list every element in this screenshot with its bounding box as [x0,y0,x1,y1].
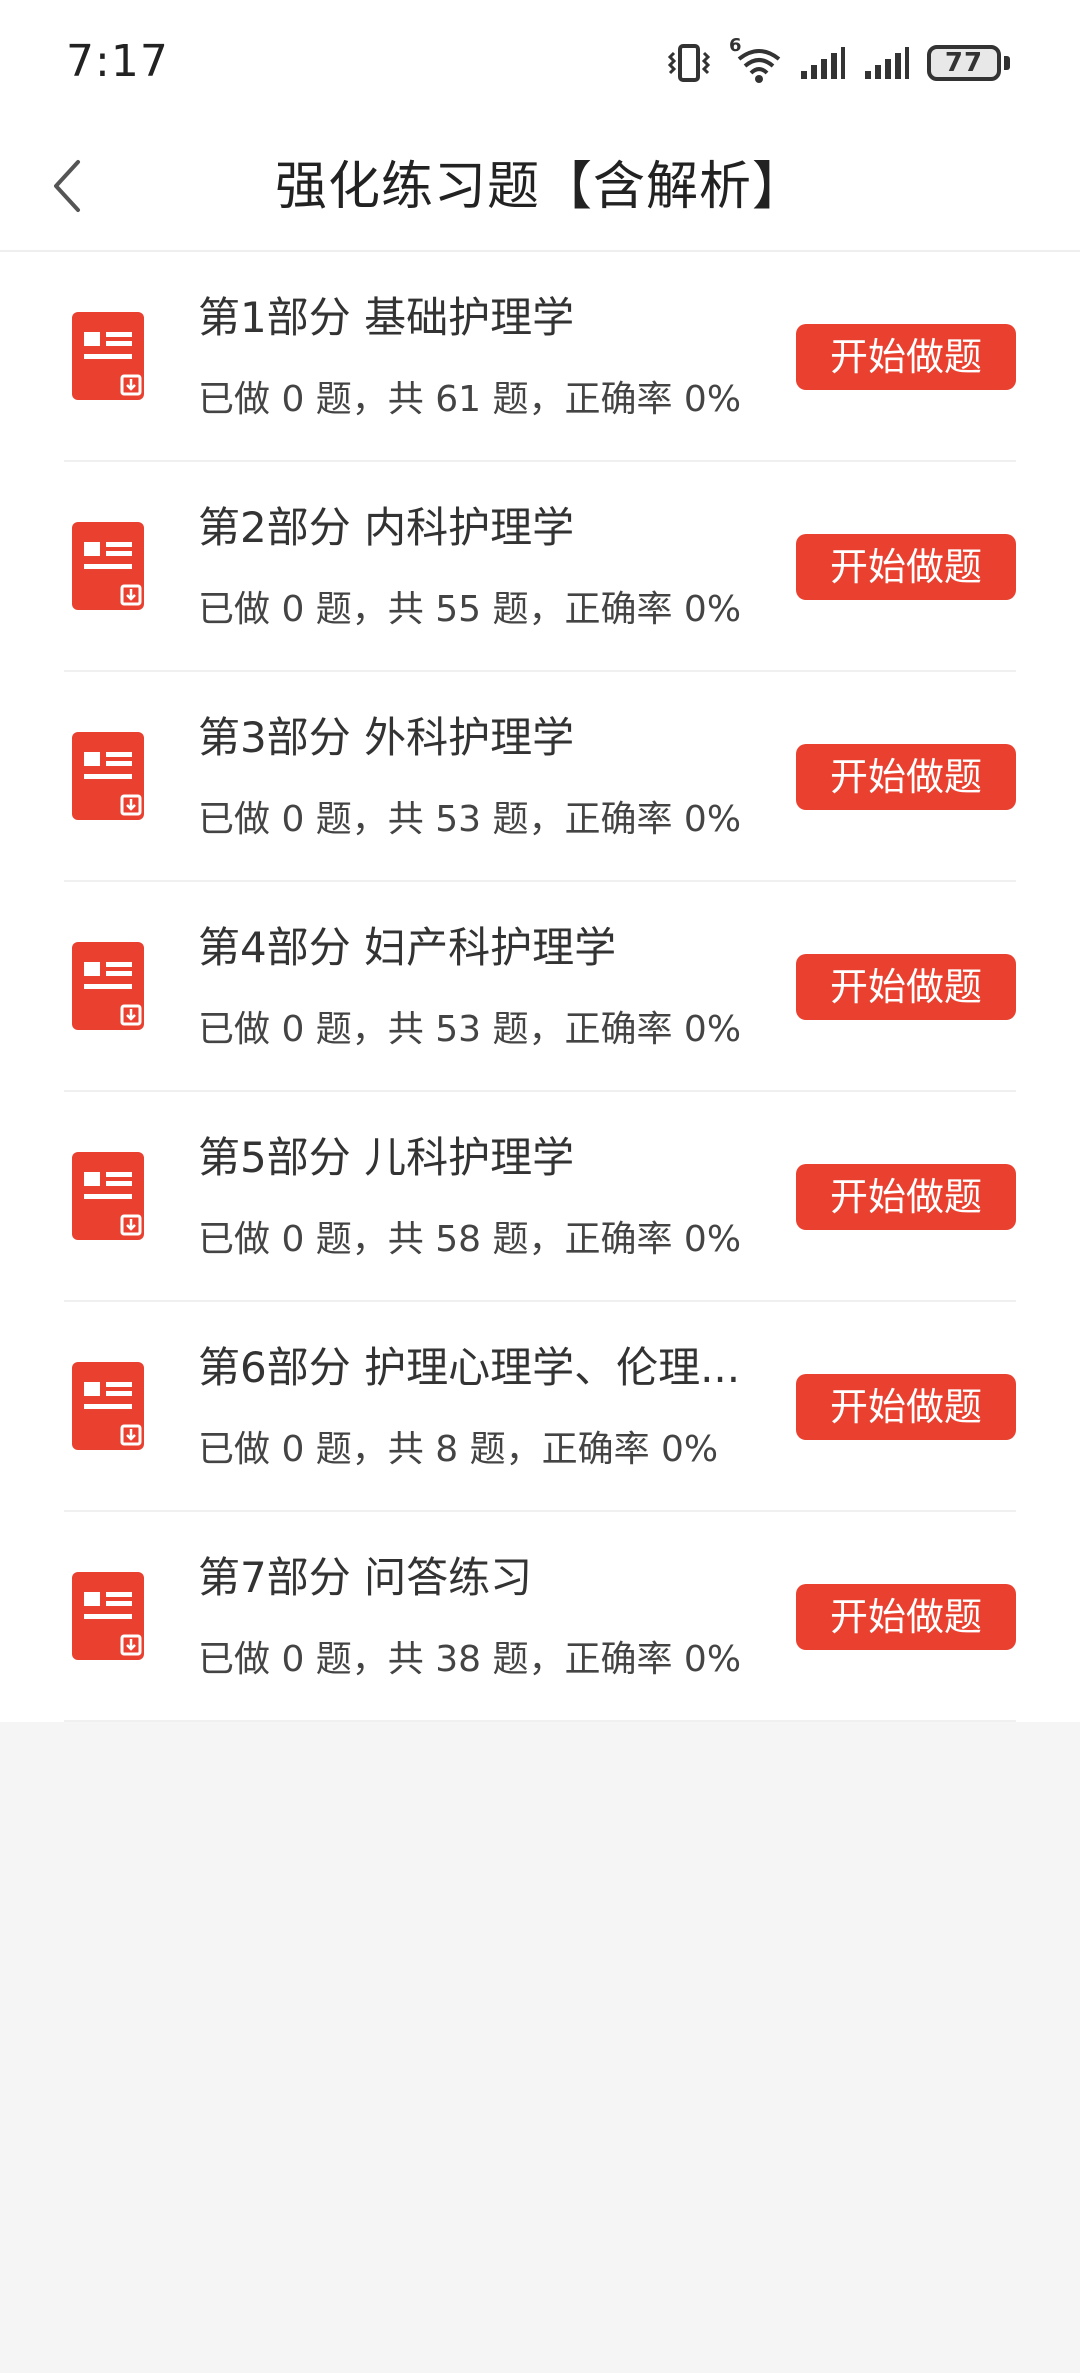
status-time: 7:17 [66,36,169,87]
list-item-1[interactable]: 第1部分 基础护理学 已做 0 题，共 61 题，正确率 0% 开始做题 [64,252,1016,462]
document-download-icon [70,730,146,822]
list-item-3[interactable]: 第3部分 外科护理学 已做 0 题，共 53 题，正确率 0% 开始做题 [64,672,1016,882]
start-quiz-button[interactable]: 开始做题 [796,534,1016,600]
item-stats: 已做 0 题，共 38 题，正确率 0% [198,1639,742,1680]
page-title: 强化练习题【含解析】 [274,157,805,217]
vibrate-icon [667,43,711,83]
document-download-icon [70,1570,146,1662]
battery-icon: 77 [927,45,1001,81]
item-title: 第5部分 儿科护理学 [198,1133,575,1182]
exercise-list: 第1部分 基础护理学 已做 0 题，共 61 题，正确率 0% 开始做题 第2部… [0,252,1080,1722]
list-item-7[interactable]: 第7部分 问答练习 已做 0 题，共 38 题，正确率 0% 开始做题 [64,1512,1016,1722]
start-quiz-button[interactable]: 开始做题 [796,954,1016,1020]
start-quiz-button[interactable]: 开始做题 [796,1164,1016,1230]
start-quiz-button[interactable]: 开始做题 [796,1374,1016,1440]
start-quiz-button[interactable]: 开始做题 [796,1584,1016,1650]
item-title: 第7部分 问答练习 [198,1553,533,1602]
nav-bar: 强化练习题【含解析】 [0,124,1080,252]
item-stats: 已做 0 题，共 53 题，正确率 0% [198,1009,742,1050]
item-stats: 已做 0 题，共 55 题，正确率 0% [198,589,742,630]
item-stats: 已做 0 题，共 58 题，正确率 0% [198,1219,742,1260]
list-item-6[interactable]: 第6部分 护理心理学、伦理... 已做 0 题，共 8 题，正确率 0% 开始做… [64,1302,1016,1512]
signal-icon-1 [799,45,845,81]
status-icons: 6 77 [667,37,1010,86]
signal-icon-2 [863,45,909,81]
item-stats: 已做 0 题，共 53 题，正确率 0% [198,799,742,840]
document-download-icon [70,310,146,402]
list-item-2[interactable]: 第2部分 内科护理学 已做 0 题，共 55 题，正确率 0% 开始做题 [64,462,1016,672]
screen: 7:17 6 77 强化练习题【含解析】 第1部分 基础护理学 已做 0 题，共… [0,0,1080,2373]
item-title: 第1部分 基础护理学 [198,293,575,342]
start-quiz-button[interactable]: 开始做题 [796,744,1016,810]
document-download-icon [70,520,146,612]
status-bar: 7:17 6 77 [0,0,1080,124]
document-download-icon [70,940,146,1032]
list-item-5[interactable]: 第5部分 儿科护理学 已做 0 题，共 58 题，正确率 0% 开始做题 [64,1092,1016,1302]
document-download-icon [70,1150,146,1242]
document-download-icon [70,1360,146,1452]
item-stats: 已做 0 题，共 8 题，正确率 0% [198,1429,719,1470]
item-stats: 已做 0 题，共 61 题，正确率 0% [198,379,742,420]
item-title: 第6部分 护理心理学、伦理... [198,1343,741,1392]
item-title: 第4部分 妇产科护理学 [198,923,617,972]
battery-cap [1004,56,1010,70]
battery-level: 77 [944,48,984,78]
start-quiz-button[interactable]: 开始做题 [796,324,1016,390]
item-title: 第3部分 外科护理学 [198,713,575,762]
wifi-icon: 6 [729,37,781,83]
list-item-4[interactable]: 第4部分 妇产科护理学 已做 0 题，共 53 题，正确率 0% 开始做题 [64,882,1016,1092]
item-title: 第2部分 内科护理学 [198,503,575,552]
